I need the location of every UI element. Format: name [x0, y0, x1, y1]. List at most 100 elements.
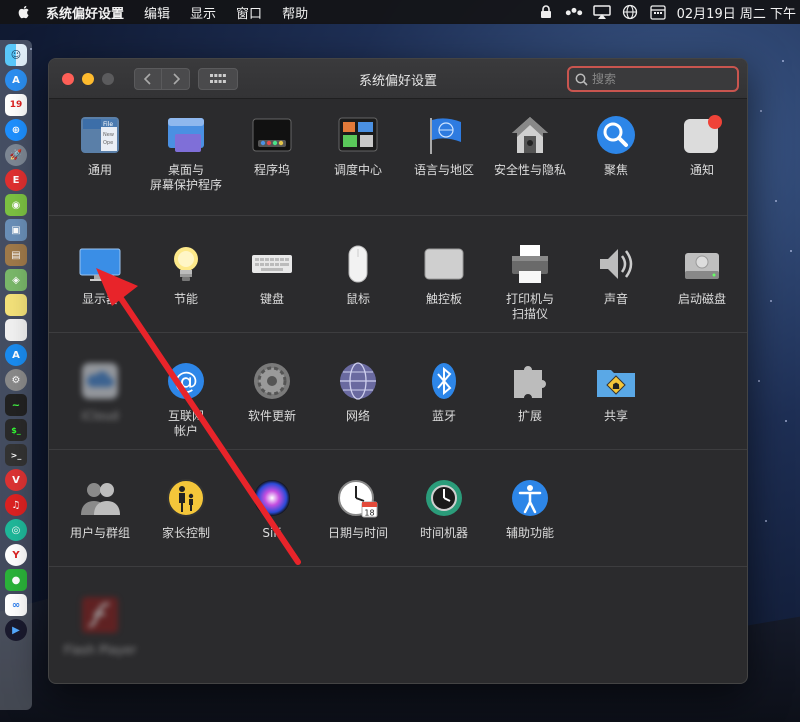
- pane-trackpad[interactable]: 触控板: [401, 234, 487, 322]
- icloud-icon: [78, 359, 122, 403]
- globe-icon[interactable]: [621, 4, 639, 20]
- pane-bluetooth[interactable]: 蓝牙: [401, 351, 487, 439]
- notes-brown-icon[interactable]: ▤: [5, 244, 27, 266]
- safari-icon[interactable]: ⊕: [5, 119, 27, 141]
- netease-music-icon[interactable]: ♫: [5, 494, 27, 516]
- preview-icon[interactable]: ▣: [5, 219, 27, 241]
- pane-displays[interactable]: 显示器: [57, 234, 143, 322]
- zoom-window-button[interactable]: [102, 72, 114, 85]
- system-preferences-dock-icon[interactable]: ⚙: [5, 369, 27, 391]
- menu-help[interactable]: 帮助: [282, 3, 308, 22]
- notifications-icon: [680, 113, 724, 157]
- network-icon: [336, 359, 380, 403]
- pane-label: 键盘: [259, 292, 284, 306]
- minimize-window-button[interactable]: [82, 72, 94, 85]
- pane-label: 辅助功能: [505, 526, 554, 540]
- extensions-icon: [508, 359, 552, 403]
- android-icon[interactable]: ◉: [5, 194, 27, 216]
- dots-menu-icon[interactable]: [565, 4, 583, 20]
- pane-keyboard[interactable]: 键盘: [229, 234, 315, 322]
- pane-sharing[interactable]: ☗ 共享: [573, 351, 659, 439]
- sound-icon: [594, 242, 638, 286]
- apple-menu-icon[interactable]: [16, 4, 32, 20]
- pane-desktop-screensaver[interactable]: 桌面与 屏幕保护程序: [143, 105, 229, 193]
- pane-sound[interactable]: 声音: [573, 234, 659, 322]
- pane-extensions[interactable]: 扩展: [487, 351, 573, 439]
- svg-text:New: New: [103, 132, 114, 138]
- pane-internet-accounts[interactable]: @ 互联网 帐户: [143, 351, 229, 439]
- stickies-icon[interactable]: [5, 294, 27, 316]
- pane-accessibility[interactable]: 辅助功能: [487, 468, 573, 541]
- app-store-2-icon[interactable]: A: [5, 344, 27, 366]
- pane-mouse[interactable]: 鼠标: [315, 234, 401, 322]
- app-store-icon[interactable]: A: [5, 69, 27, 91]
- pane-software-update[interactable]: 软件更新: [229, 351, 315, 439]
- pane-security-privacy[interactable]: 安全性与隐私: [487, 105, 573, 193]
- pane-flash-player[interactable]: Flash Player: [57, 585, 143, 658]
- pane-mission-control[interactable]: 调度中心: [315, 105, 401, 193]
- pane-label: 用户与群组: [69, 526, 130, 540]
- dock-icon: [250, 113, 294, 157]
- wechat-icon[interactable]: ●: [5, 569, 27, 591]
- menu-view[interactable]: 显示: [190, 3, 216, 22]
- grid-icon: [210, 73, 226, 83]
- internet-accounts-icon: @: [164, 359, 208, 403]
- energy-saver-icon: [164, 242, 208, 286]
- pane-language-region[interactable]: 语言与地区: [401, 105, 487, 193]
- dock: ☺ A 19 ⊕ 🚀 E ◉ ▣ ▤ ◈ A ⚙ ~ $_ >_ V ♫ ◎ Y…: [0, 40, 32, 710]
- menubar-clock[interactable]: 02月19日 周二 下午: [677, 3, 796, 22]
- menu-window[interactable]: 窗口: [236, 3, 262, 22]
- calendar-menubar-icon[interactable]: [649, 4, 667, 20]
- pane-time-machine[interactable]: 时间机器: [401, 468, 487, 541]
- pane-energy-saver[interactable]: 节能: [143, 234, 229, 322]
- pane-parental-controls[interactable]: 家长控制: [143, 468, 229, 541]
- green-app-icon[interactable]: ◎: [5, 519, 27, 541]
- pane-label: 蓝牙: [431, 409, 456, 423]
- svg-text:@: @: [174, 367, 198, 395]
- time-machine-icon: [422, 476, 466, 520]
- pane-notifications[interactable]: 通知: [659, 105, 745, 193]
- pane-general[interactable]: File New Ope 通用: [57, 105, 143, 193]
- player-icon[interactable]: ▶: [5, 619, 27, 641]
- pane-startup-disk[interactable]: 启动磁盘: [659, 234, 745, 322]
- pane-dock[interactable]: 程序坞: [229, 105, 315, 193]
- menu-edit[interactable]: 编辑: [144, 3, 170, 22]
- menu-app-name[interactable]: 系统偏好设置: [46, 3, 124, 22]
- pane-date-time[interactable]: 18 日期与时间: [315, 468, 401, 541]
- svg-text:☗: ☗: [612, 382, 620, 392]
- date-time-day: 18: [364, 509, 374, 518]
- airplay-icon[interactable]: [592, 4, 611, 20]
- yandex-icon[interactable]: Y: [5, 544, 27, 566]
- section-hardware: 显示器 节能 键盘 鼠标 触控板 打印机与 扫描仪 声音 启动磁盘: [49, 216, 747, 333]
- console-icon[interactable]: >_: [5, 444, 27, 466]
- finder-icon[interactable]: ☺: [5, 44, 27, 66]
- terminal-icon[interactable]: $_: [5, 419, 27, 441]
- pane-spotlight[interactable]: 聚焦: [573, 105, 659, 193]
- close-window-button[interactable]: [62, 72, 74, 85]
- show-all-button[interactable]: [198, 67, 238, 90]
- pane-network[interactable]: 网络: [315, 351, 401, 439]
- spotlight-icon: [594, 113, 638, 157]
- pane-printers-scanners[interactable]: 打印机与 扫描仪: [487, 234, 573, 322]
- text-edit-icon[interactable]: [5, 319, 27, 341]
- pane-label: 程序坞: [253, 163, 290, 177]
- activity-monitor-icon[interactable]: ~: [5, 394, 27, 416]
- pane-users-groups[interactable]: 用户与群组: [57, 468, 143, 541]
- pane-label: 语言与地区: [413, 163, 474, 177]
- search-field[interactable]: [567, 66, 739, 92]
- vivaldi-icon[interactable]: V: [5, 469, 27, 491]
- search-icon: [575, 73, 588, 86]
- launchpad-icon[interactable]: 🚀: [5, 144, 27, 166]
- baidu-cloud-icon[interactable]: ∞: [5, 594, 27, 616]
- maps-icon[interactable]: ◈: [5, 269, 27, 291]
- pane-siri[interactable]: Siri: [229, 468, 315, 541]
- forward-button[interactable]: [162, 67, 190, 90]
- language-region-icon: [422, 113, 466, 157]
- calendar-dock-icon[interactable]: 19: [5, 94, 27, 116]
- back-button[interactable]: [134, 67, 162, 90]
- pane-icloud[interactable]: iCloud: [57, 351, 143, 439]
- search-input[interactable]: [592, 72, 732, 86]
- chevron-left-icon: [144, 72, 151, 85]
- lock-icon[interactable]: [537, 4, 555, 20]
- red-app-icon[interactable]: E: [5, 169, 27, 191]
